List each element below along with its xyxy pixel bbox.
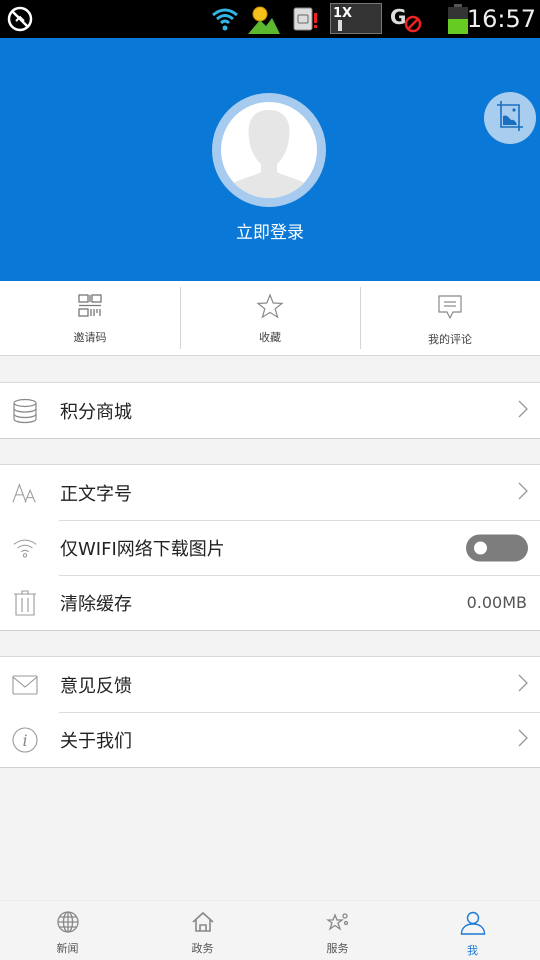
info-icon: i [12, 726, 38, 753]
tab-government[interactable]: 政务 [135, 901, 270, 960]
quick-action-label: 邀请码 [73, 331, 107, 344]
sim-alert-icon [292, 0, 320, 38]
svg-text:i: i [22, 731, 27, 750]
chevron-right-icon [518, 400, 528, 422]
tab-label: 政务 [191, 942, 214, 955]
svg-text:G: G [390, 5, 406, 29]
settings-group-points: 积分商城 [0, 382, 540, 439]
chevron-right-icon [518, 482, 528, 504]
tab-label: 新闻 [56, 942, 79, 955]
tab-services[interactable]: 服务 [270, 901, 405, 960]
cache-size-value: 0.00MB [466, 593, 527, 612]
avatar[interactable] [212, 93, 326, 207]
user-icon [460, 911, 486, 939]
gps-off-icon: G [390, 0, 424, 38]
crop-image-icon [495, 99, 525, 137]
chevron-right-icon [518, 729, 528, 751]
svg-text:1X: 1X [333, 6, 352, 21]
row-font-size[interactable]: 正文字号 [0, 465, 540, 520]
quick-action-label: 收藏 [259, 331, 281, 344]
row-feedback[interactable]: 意见反馈 [0, 657, 540, 712]
quick-action-my-comments[interactable]: 我的评论 [360, 281, 540, 355]
no-sync-icon [6, 0, 34, 38]
font-size-icon [12, 480, 38, 506]
quick-action-favorites[interactable]: 收藏 [180, 281, 360, 355]
quick-actions: 邀请码 收藏 我的评论 [0, 281, 540, 356]
row-label: 仅WIFI网络下载图片 [60, 538, 225, 560]
row-label: 关于我们 [60, 730, 132, 752]
quick-action-label: 我的评论 [428, 333, 472, 346]
row-label: 正文字号 [60, 483, 132, 505]
quick-action-invite-code[interactable]: 邀请码 [0, 281, 180, 355]
row-label: 积分商城 [60, 401, 132, 423]
service-star-icon [325, 911, 350, 937]
settings-group-about: 意见反馈 i 关于我们 [0, 656, 540, 768]
wifi-only-toggle[interactable] [466, 534, 528, 561]
1x-signal-icon: 1X [330, 0, 384, 38]
globe-icon [56, 911, 79, 937]
bottom-tab-bar: 新闻 政务 服务 我 [0, 900, 540, 960]
weather-icon [246, 0, 280, 38]
qr-code-icon [77, 293, 103, 323]
tab-news[interactable]: 新闻 [0, 901, 135, 960]
row-about-us[interactable]: i 关于我们 [0, 712, 540, 767]
status-time: 16:57 [466, 5, 536, 33]
trash-icon [12, 589, 38, 616]
wifi-icon [210, 0, 240, 38]
tab-me[interactable]: 我 [405, 901, 540, 960]
status-bar: 1X G 16:57 [0, 0, 540, 38]
wifi-icon [12, 535, 38, 561]
profile-header: 立即登录 [0, 38, 540, 281]
row-label: 清除缓存 [60, 593, 132, 615]
chevron-right-icon [518, 674, 528, 696]
login-link[interactable]: 立即登录 [0, 218, 540, 243]
default-avatar-icon [221, 102, 317, 198]
settings-group-display: 正文字号 仅WIFI网络下载图片 清除缓存 0.00MB [0, 464, 540, 631]
mail-icon [12, 672, 38, 698]
home-icon [191, 911, 215, 937]
row-clear-cache[interactable]: 清除缓存 0.00MB [0, 575, 540, 630]
toggle-knob [474, 541, 487, 554]
comment-icon [436, 293, 464, 325]
row-wifi-only-images: 仅WIFI网络下载图片 [0, 520, 540, 575]
row-points-mall[interactable]: 积分商城 [0, 383, 540, 438]
row-label: 意见反馈 [60, 675, 132, 697]
tab-label: 我 [467, 944, 478, 957]
tab-label: 服务 [326, 942, 349, 955]
star-icon [256, 293, 284, 323]
database-icon [12, 398, 38, 424]
crop-image-button[interactable] [484, 92, 536, 144]
